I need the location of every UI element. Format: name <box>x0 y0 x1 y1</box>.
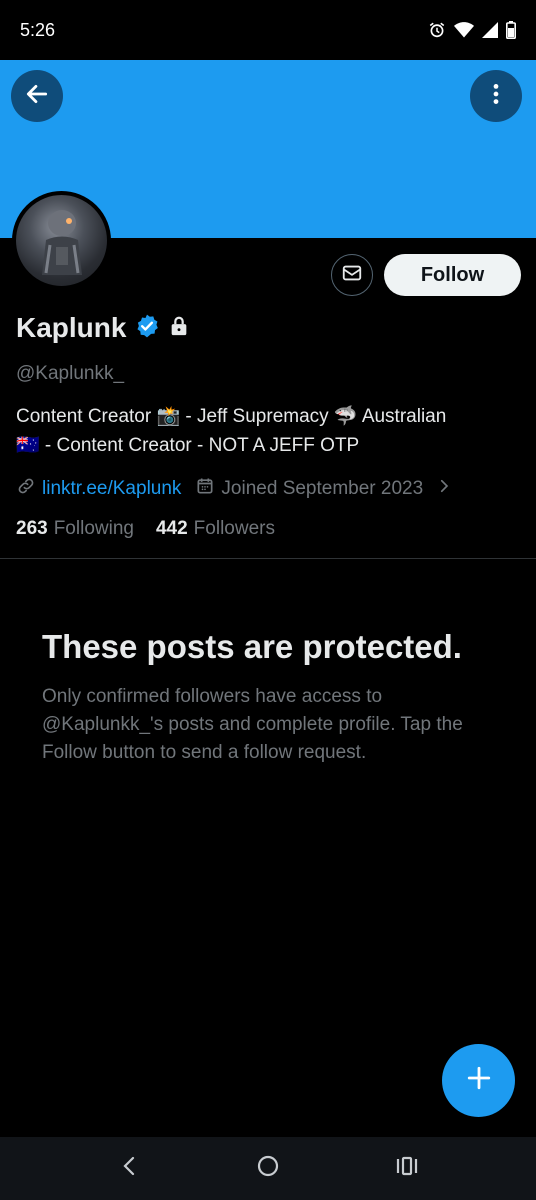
signal-icon <box>482 22 498 38</box>
lock-icon <box>168 315 190 342</box>
verified-badge-icon <box>134 313 160 344</box>
joined-date: Joined September 2023 <box>221 478 424 499</box>
more-options-button[interactable] <box>470 70 522 122</box>
display-name: Kaplunk <box>16 312 127 343</box>
profile-meta: linktr.ee/Kaplunk Joined September 2023 <box>16 476 453 502</box>
protected-title: These posts are protected. <box>42 628 462 665</box>
follow-stats: 263 Following 442 Followers <box>16 518 297 540</box>
nav-recents-button[interactable] <box>387 1149 427 1189</box>
follow-button[interactable]: Follow <box>384 254 521 296</box>
status-bar: 5:26 <box>0 0 536 60</box>
nav-back-icon <box>119 1155 139 1182</box>
followers-count[interactable]: 442 <box>156 518 188 540</box>
nav-recents-icon <box>395 1156 419 1181</box>
back-button[interactable] <box>11 70 63 122</box>
nav-home-button[interactable] <box>248 1149 288 1189</box>
profile-handle: @Kaplunkk_ <box>16 363 125 384</box>
link-icon <box>16 476 36 502</box>
alarm-icon <box>428 21 446 39</box>
status-time: 5:26 <box>20 19 56 40</box>
profile-link[interactable]: linktr.ee/Kaplunk <box>42 478 181 500</box>
followers-label[interactable]: Followers <box>194 518 275 540</box>
chevron-right-icon[interactable] <box>435 477 453 501</box>
envelope-icon <box>341 262 363 289</box>
bio-line-2: 🇦🇺 - Content Creator - NOT A JEFF OTP <box>16 435 360 456</box>
profile-screen: 5:26 Follow Kaplunk @Kaplunkk_ Content C… <box>0 0 536 1200</box>
nav-home-icon <box>256 1154 280 1183</box>
calendar-icon <box>195 476 215 502</box>
protected-text: Only confirmed followers have access to … <box>42 686 463 763</box>
avatar[interactable] <box>12 191 111 290</box>
following-label[interactable]: Following <box>54 518 134 540</box>
arrow-left-icon <box>24 81 50 112</box>
plus-icon <box>466 1065 492 1096</box>
system-nav-bar <box>0 1137 536 1200</box>
battery-icon <box>506 21 516 39</box>
following-count[interactable]: 263 <box>16 518 48 540</box>
avatar-image <box>42 210 82 275</box>
nav-back-button[interactable] <box>109 1149 149 1189</box>
wifi-icon <box>454 22 474 38</box>
more-vertical-icon <box>483 81 509 112</box>
status-icons <box>428 21 516 39</box>
bio-line-1: Content Creator 📸 - Jeff Supremacy 🦈 Aus… <box>16 406 447 427</box>
message-button[interactable] <box>331 254 373 296</box>
compose-fab-button[interactable] <box>442 1044 515 1117</box>
divider <box>0 558 536 559</box>
profile-bio: Content Creator 📸 - Jeff Supremacy 🦈 Aus… <box>16 402 521 460</box>
name-row: Kaplunk <box>16 312 190 344</box>
